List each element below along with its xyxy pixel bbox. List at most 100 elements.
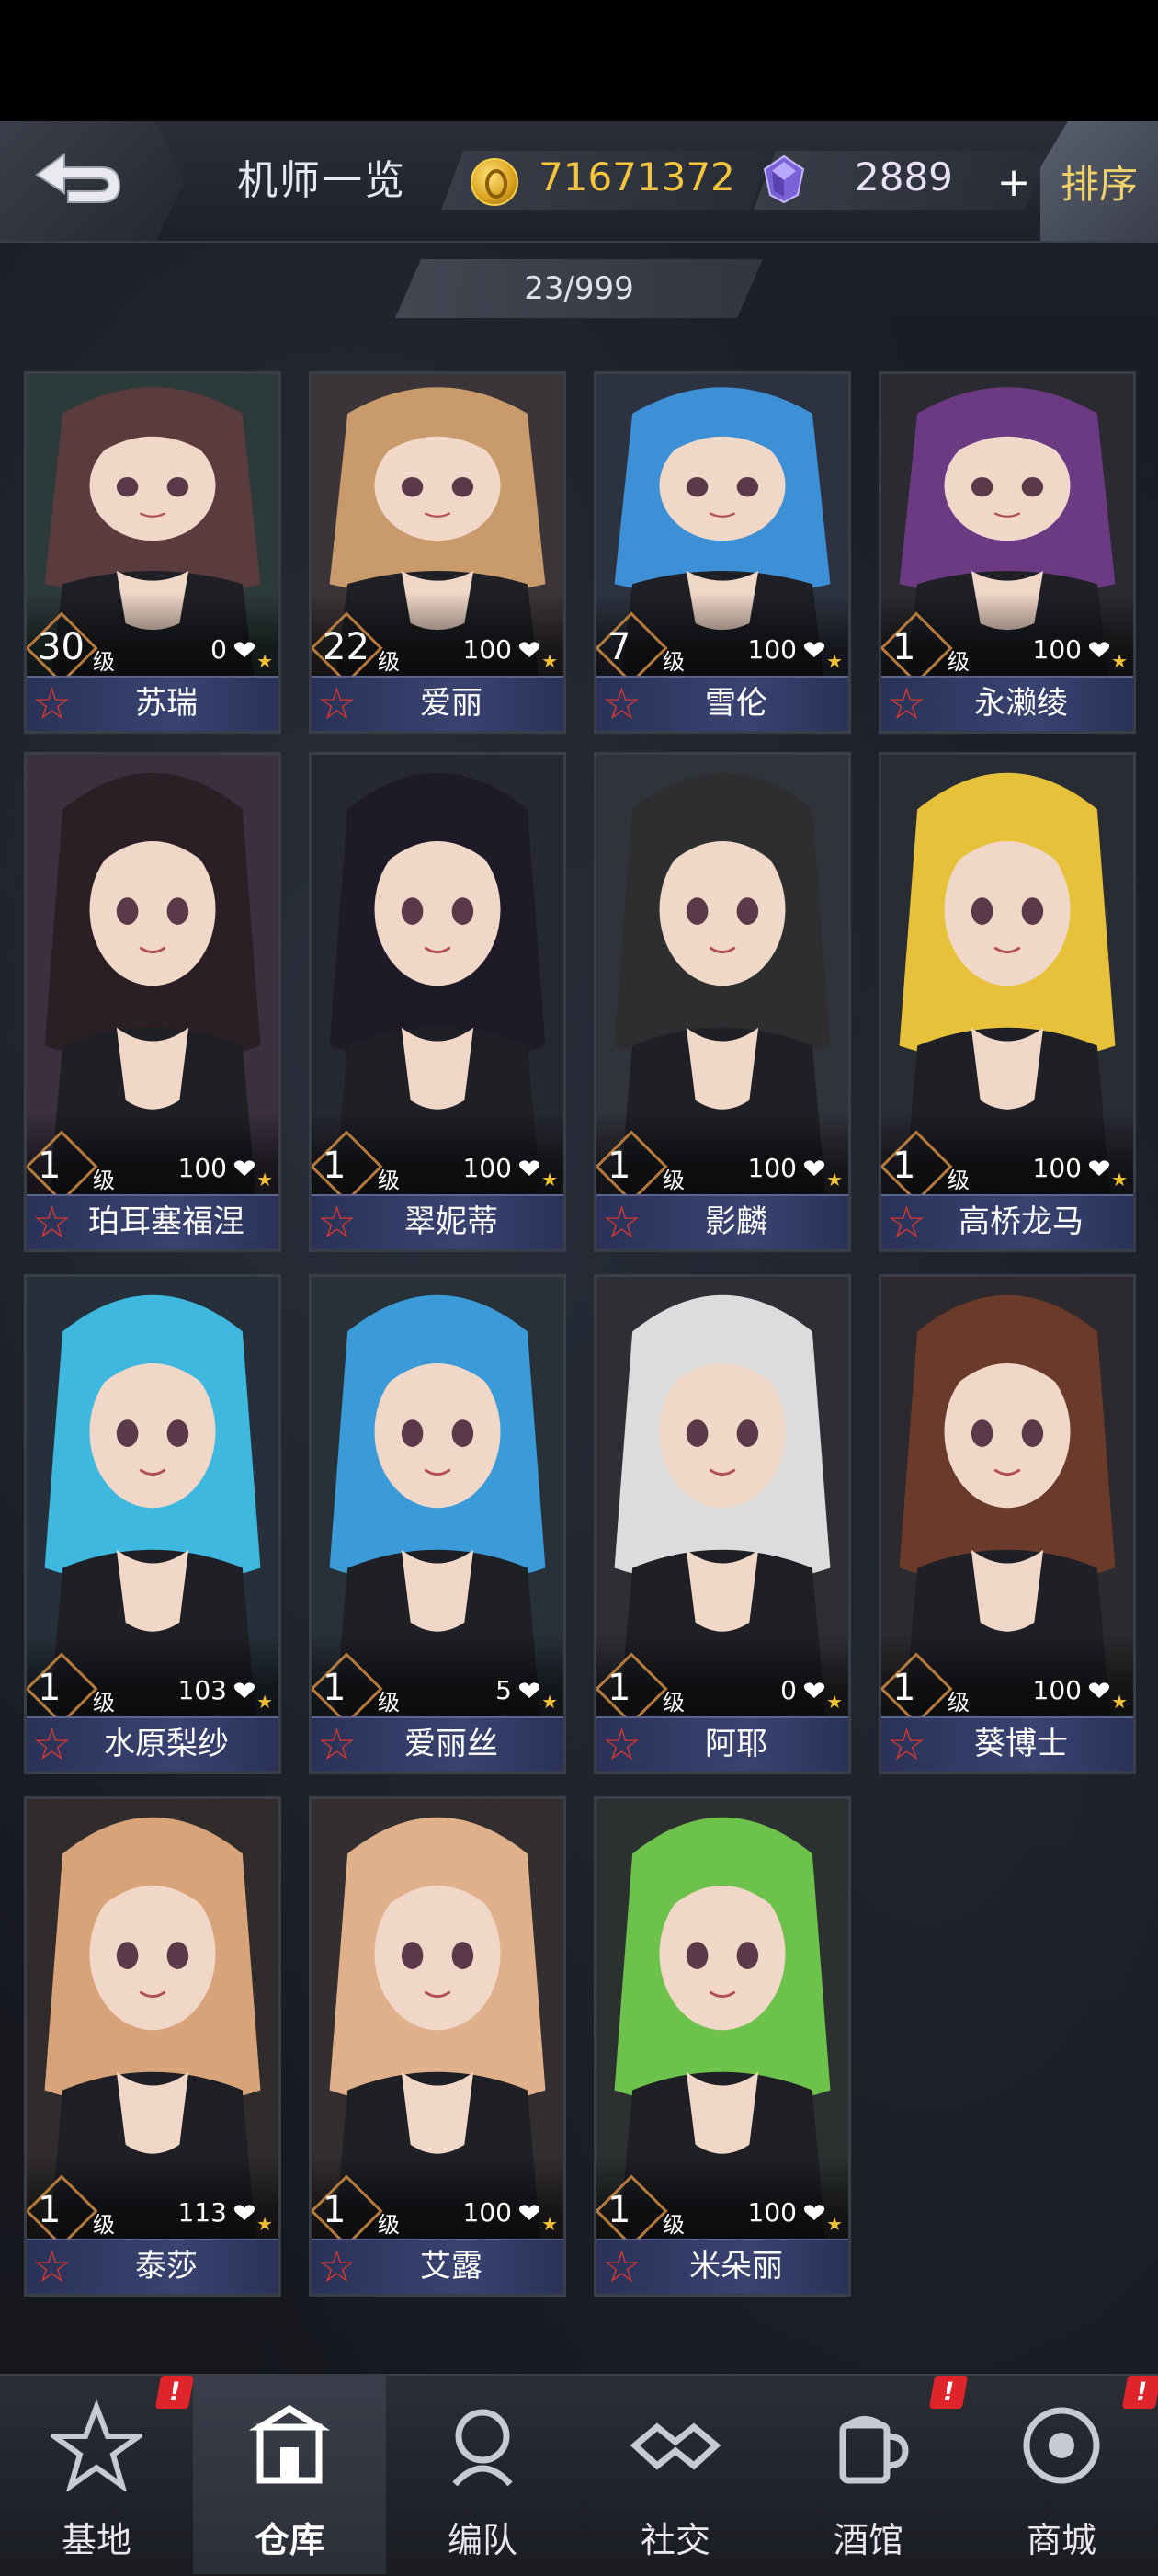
base-icon — [51, 2399, 142, 2491]
nav-label: 酒馆 — [833, 2520, 903, 2560]
rank-star-icon: ★ — [256, 650, 273, 672]
trust-value: 103 — [177, 1675, 227, 1705]
nav-item-handshake[interactable]: 社交 — [579, 2374, 772, 2574]
name-bar: ☆ 翠妮蒂 — [312, 1194, 563, 1249]
nav-label: 编队 — [447, 2520, 517, 2560]
name-bar: ☆ 阿耶 — [596, 1716, 848, 1772]
nav-label: 仓库 — [254, 2520, 324, 2560]
pilot-card[interactable]: 1 级 100 ★ ☆ 影麟 — [594, 752, 851, 1252]
rank-star-icon: ★ — [541, 2213, 558, 2235]
pilot-card[interactable]: 1 级 100 ★ ☆ 珀耳塞福涅 — [24, 752, 281, 1252]
nav-label: 商城 — [1026, 2520, 1096, 2560]
gem-amount: 2889 — [855, 154, 953, 199]
gold-amount: 71671372 — [539, 154, 735, 199]
trust-value: 0 — [780, 1675, 797, 1705]
heart-icon — [803, 1682, 825, 1698]
name-bar: ☆ 泰莎 — [27, 2239, 278, 2294]
pilot-level: 1 — [323, 1145, 346, 1187]
level-unit: 级 — [948, 649, 970, 675]
alert-badge: ! — [1121, 2376, 1158, 2409]
heart-icon — [233, 2205, 255, 2220]
name-bar: ☆ 米朵丽 — [596, 2239, 848, 2294]
rank-star-icon: ★ — [256, 1168, 273, 1191]
pilot-count: 23/999 — [395, 259, 763, 318]
gold-coin-icon — [471, 158, 518, 206]
level-unit: 级 — [663, 2212, 685, 2238]
pilot-card[interactable]: 1 级 100 ★ ☆ 高桥龙马 — [879, 752, 1136, 1252]
nav-label: 基地 — [61, 2520, 131, 2560]
pilot-level: 1 — [38, 1667, 62, 1709]
heart-icon — [518, 1682, 540, 1698]
pilot-name: 高桥龙马 — [959, 1203, 1084, 1240]
pilot-name: 影麟 — [705, 1203, 767, 1240]
pilot-card[interactable]: 1 级 100 ★ ☆ 翠妮蒂 — [309, 752, 566, 1252]
pilot-level: 7 — [607, 626, 631, 668]
pilot-card[interactable]: 7 级 100 ★ ☆ 雪伦 — [594, 371, 851, 734]
pilot-card[interactable]: 22 级 100 ★ ☆ 爱丽 — [309, 371, 566, 734]
sort-label: 排序 — [1060, 161, 1138, 207]
rank-star-icon: ★ — [826, 1691, 843, 1713]
trust-value: 100 — [1032, 1153, 1082, 1183]
back-arrow-icon — [35, 153, 121, 203]
shop-icon — [1023, 2407, 1100, 2484]
pilot-level: 30 — [38, 626, 85, 668]
trust-value: 100 — [747, 2197, 797, 2228]
pilot-name: 爱丽丝 — [404, 1726, 498, 1762]
rank-star-icon: ★ — [826, 2213, 843, 2235]
pilot-name: 永濑绫 — [974, 685, 1068, 722]
name-bar: ☆ 高桥龙马 — [881, 1194, 1133, 1249]
pilot-name: 苏瑞 — [135, 685, 198, 722]
heart-icon — [1088, 642, 1110, 657]
tavern-icon — [839, 2416, 909, 2484]
level-unit: 级 — [93, 1168, 115, 1193]
pilot-name: 泰莎 — [135, 2248, 198, 2285]
rank-star-icon: ★ — [256, 1691, 273, 1713]
page-title: 机师一览 — [237, 157, 406, 204]
nav-item-warehouse[interactable]: 仓库 — [193, 2374, 386, 2574]
rank-star-icon: ★ — [826, 1168, 843, 1191]
pilot-card[interactable]: 1 级 100 ★ ☆ 米朵丽 — [594, 1796, 851, 2297]
heart-icon — [803, 642, 825, 657]
pilot-card[interactable]: 1 级 100 ★ ☆ 艾露 — [309, 1796, 566, 2297]
pilot-name: 爱丽 — [420, 685, 482, 722]
rank-star-icon: ★ — [541, 1691, 558, 1713]
add-currency-button[interactable]: + — [985, 160, 1042, 206]
level-unit: 级 — [93, 2212, 115, 2238]
pilot-card[interactable]: 1 级 100 ★ ☆ 葵博士 — [879, 1274, 1136, 1774]
back-button[interactable] — [0, 121, 184, 241]
name-bar: ☆ 艾露 — [312, 2239, 563, 2294]
pilot-card[interactable]: 1 级 103 ★ ☆ 水原梨纱 — [24, 1274, 281, 1774]
pilot-level: 1 — [607, 2189, 631, 2231]
name-bar: ☆ 珀耳塞福涅 — [27, 1194, 278, 1249]
sort-button[interactable]: 排序 — [1040, 121, 1158, 241]
pilot-name: 艾露 — [420, 2248, 482, 2285]
trust-value: 100 — [462, 634, 512, 665]
rank-star-icon: ★ — [826, 650, 843, 672]
rank-star-icon: ★ — [1111, 1691, 1128, 1713]
rank-star-icon: ★ — [1111, 650, 1128, 672]
heart-icon — [1088, 1160, 1110, 1176]
formation-icon — [452, 2409, 513, 2487]
level-unit: 级 — [663, 1168, 685, 1193]
level-unit: 级 — [378, 2212, 400, 2238]
pilot-card[interactable]: 1 级 5 ★ ☆ 爱丽丝 — [309, 1274, 566, 1774]
pilot-level: 22 — [323, 626, 369, 668]
trust-value: 100 — [462, 1153, 512, 1183]
level-unit: 级 — [93, 649, 115, 675]
pilot-card[interactable]: 30 级 0 ★ ☆ 苏瑞 — [24, 371, 281, 734]
name-bar: ☆ 水原梨纱 — [27, 1716, 278, 1772]
level-unit: 级 — [663, 649, 685, 675]
pilot-level: 1 — [892, 1667, 916, 1709]
level-unit: 级 — [948, 1690, 970, 1715]
name-bar: ☆ 苏瑞 — [27, 676, 278, 731]
pilot-level: 1 — [892, 626, 916, 668]
pilot-card[interactable]: 1 级 113 ★ ☆ 泰莎 — [24, 1796, 281, 2297]
alert-badge: ! — [928, 2376, 969, 2409]
pilot-card[interactable]: 1 级 0 ★ ☆ 阿耶 — [594, 1274, 851, 1774]
trust-value: 100 — [177, 1153, 227, 1183]
warehouse-icon — [248, 2404, 331, 2484]
pilot-card[interactable]: 1 级 100 ★ ☆ 永濑绫 — [879, 371, 1136, 734]
rank-star-icon: ★ — [541, 650, 558, 672]
nav-item-formation[interactable]: 编队 — [386, 2374, 579, 2574]
pilot-level: 1 — [607, 1145, 631, 1187]
